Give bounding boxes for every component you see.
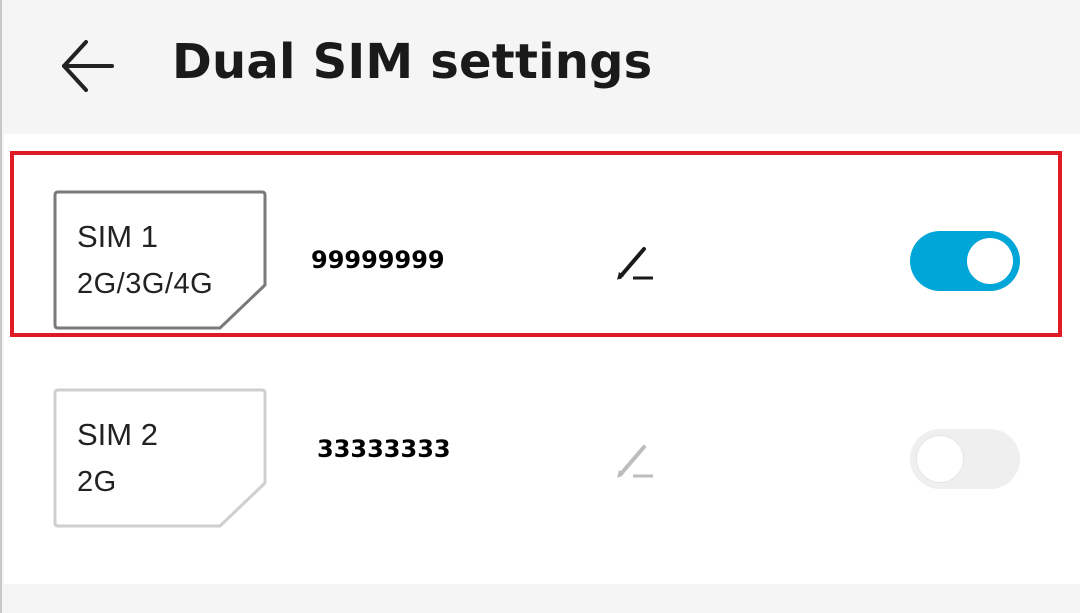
sim-card-1: SIM 1 2G/3G/4G xyxy=(52,189,268,331)
toggle-knob xyxy=(917,436,963,482)
arrow-left-icon xyxy=(62,40,114,92)
pencil-icon xyxy=(617,247,653,280)
sim-1-toggle[interactable] xyxy=(910,231,1020,291)
sim-list: SIM 1 2G/3G/4G 99999999 SIM 2 2G 3333333… xyxy=(4,134,1080,584)
back-button[interactable] xyxy=(50,30,122,102)
header-bar: Dual SIM settings xyxy=(2,0,1080,133)
sim-name: SIM 1 xyxy=(77,219,158,254)
pencil-icon xyxy=(617,445,653,478)
sim-network: 2G xyxy=(77,466,117,498)
sim-card-2: SIM 2 2G xyxy=(52,387,268,529)
sim-card-icon xyxy=(53,190,267,330)
toggle-knob xyxy=(967,238,1013,284)
sim-name: SIM 2 xyxy=(77,417,158,452)
sim-row-1[interactable]: SIM 1 2G/3G/4G 99999999 xyxy=(4,154,1080,349)
sim-network: 2G/3G/4G xyxy=(77,268,214,300)
app-frame: Dual SIM settings SIM 1 2G/3G/4G 9999999… xyxy=(0,0,1080,613)
page-title: Dual SIM settings xyxy=(172,34,653,90)
phone-number: 33333333 xyxy=(317,435,451,463)
phone-number: 99999999 xyxy=(311,246,445,274)
sim-card-icon xyxy=(53,388,267,528)
edit-sim-2-button[interactable] xyxy=(611,436,659,484)
sim-2-toggle[interactable] xyxy=(910,429,1020,489)
edit-sim-1-button[interactable] xyxy=(611,238,659,286)
sim-row-2[interactable]: SIM 2 2G 33333333 xyxy=(4,379,1080,574)
